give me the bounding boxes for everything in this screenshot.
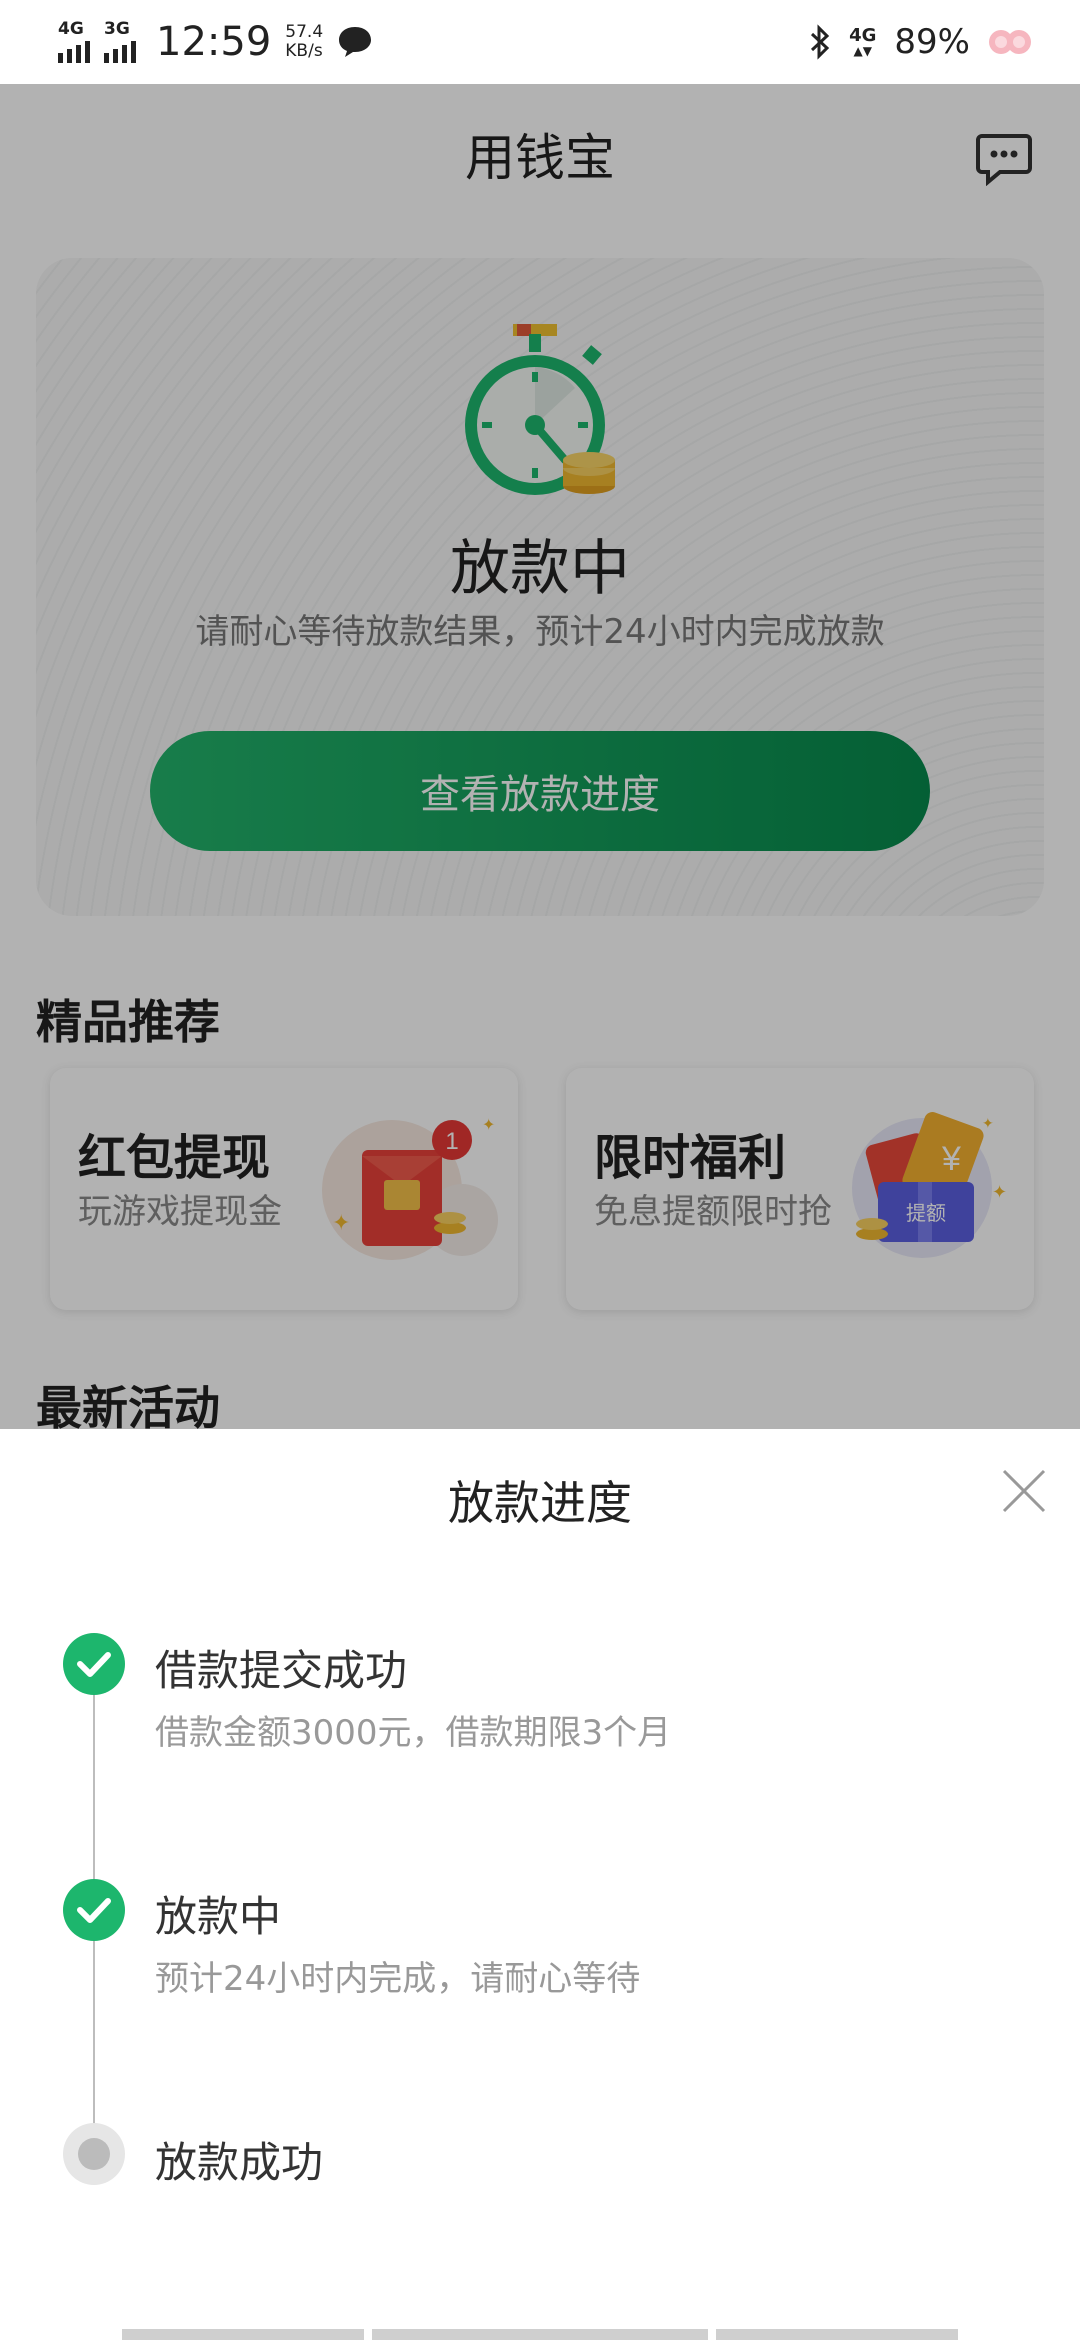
- clock: 12:59: [156, 19, 272, 65]
- signal-bars-icon: [104, 41, 136, 63]
- network-type-label: 4G: [849, 25, 877, 46]
- step-description: 预计24小时内完成，请耐心等待: [155, 1959, 641, 1999]
- signal-indicator-1: 4G: [58, 21, 90, 63]
- speed-unit: KB/s: [285, 41, 323, 61]
- network-type-label: 4G: [58, 19, 84, 39]
- data-network-icon: 4G ▲▼: [849, 25, 877, 58]
- network-type-label: 3G: [104, 19, 130, 39]
- network-speed: 57.4 KB/s: [285, 23, 323, 61]
- status-bar: 4G 3G 12:59 57.4 KB/s 4G ▲▼ 89%: [0, 0, 1080, 84]
- step-title: 借款提交成功: [155, 1646, 408, 1695]
- battery-icon: [989, 30, 1031, 54]
- signal-indicator-2: 3G: [104, 21, 136, 63]
- check-circle-icon: [63, 1879, 125, 1941]
- loan-progress-sheet: 放款进度 借款提交成功 借款金额3000元，借款期限3个月 放款中 预计24小时…: [0, 1429, 1080, 2340]
- step-title: 放款成功: [155, 2138, 324, 2187]
- step-title: 放款中: [155, 1892, 282, 1941]
- battery-level: 89%: [894, 22, 970, 62]
- sheet-title: 放款进度: [448, 1476, 632, 1530]
- modal-overlay[interactable]: [0, 84, 1080, 1429]
- close-icon[interactable]: [1000, 1467, 1048, 1515]
- partial-element: [372, 2329, 708, 2340]
- partial-element: [716, 2329, 958, 2340]
- message-notification-icon: [339, 27, 372, 57]
- check-circle-icon: [63, 1633, 125, 1695]
- speed-value: 57.4: [285, 22, 324, 42]
- step-description: 借款金额3000元，借款期限3个月: [155, 1713, 672, 1753]
- bluetooth-icon: [811, 24, 830, 60]
- pending-circle-icon: [63, 2123, 125, 2185]
- signal-bars-icon: [58, 41, 90, 63]
- partial-element: [122, 2329, 364, 2340]
